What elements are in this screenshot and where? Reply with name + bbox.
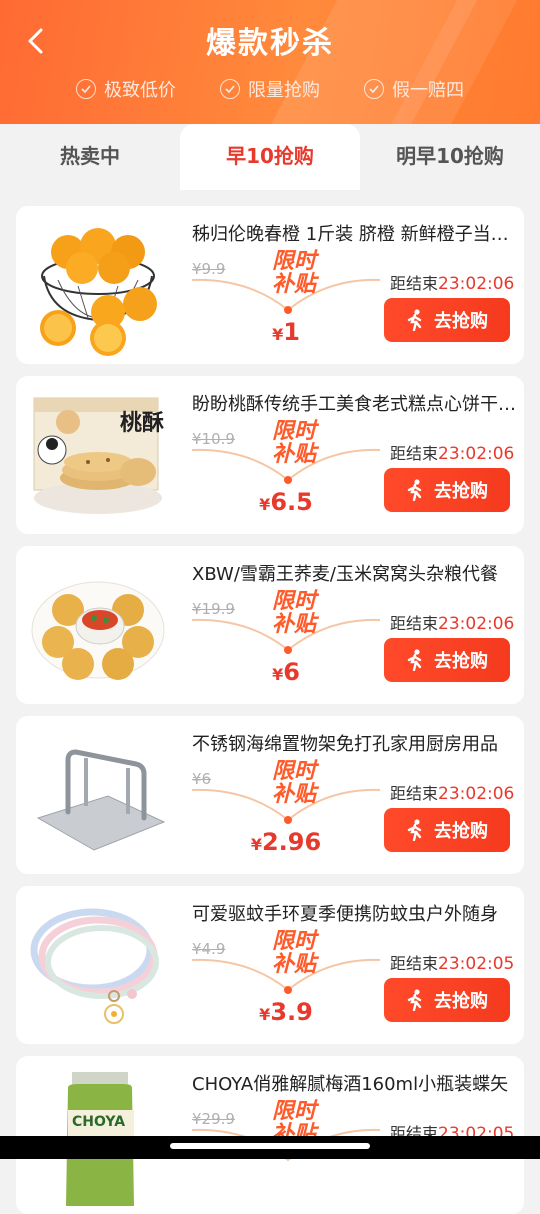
running-person-icon bbox=[407, 309, 422, 331]
sale-price: ¥2.96 bbox=[250, 828, 322, 856]
home-indicator[interactable] bbox=[170, 1143, 370, 1149]
page-header: 爆款秒杀 极致低价 限量抢购 假一赔四 bbox=[0, 0, 540, 124]
product-card[interactable]: 秭归伦晚春橙 1斤装 脐橙 新鲜橙子当季水果 ¥9.9 限时 补贴 ¥1 距结束2… bbox=[16, 206, 524, 364]
product-image-steamed-buns bbox=[28, 556, 168, 696]
product-name: XBW/雪霸王荞麦/玉米窝窝头杂粮代餐 bbox=[192, 564, 498, 585]
countdown-timer: 距结束23:02:05 bbox=[390, 954, 515, 974]
product-name: CHOYA俏雅解腻梅酒160ml小瓶装蝶矢 bbox=[192, 1074, 509, 1095]
feature-list: 极致低价 限量抢购 假一赔四 bbox=[0, 76, 540, 102]
product-card[interactable]: 可爱驱蚊手环夏季便携防蚊虫户外随身 ¥4.9 限时 补贴 ¥3.9 距结束23:0… bbox=[16, 886, 524, 1044]
buy-now-button[interactable]: 去抢购 bbox=[384, 638, 510, 682]
feature-label: 假一赔四 bbox=[392, 80, 464, 101]
limited-subsidy-badge: 限时 补贴 bbox=[271, 929, 316, 977]
sale-price: ¥1 bbox=[272, 318, 300, 346]
product-name: 不锈钢海绵置物架免打孔家用厨房用品 bbox=[192, 734, 498, 755]
buy-now-button[interactable]: 去抢购 bbox=[384, 808, 510, 852]
product-name: 盼盼桃酥传统手工美食老式糕点心饼干零食 bbox=[192, 394, 516, 415]
product-card[interactable]: XBW/雪霸王荞麦/玉米窝窝头杂粮代餐 ¥19.9 限时 补贴 ¥6 距结束23:… bbox=[16, 546, 524, 704]
running-person-icon bbox=[407, 649, 422, 671]
product-name: 秭归伦晚春橙 1斤装 脐橙 新鲜橙子当季水果 bbox=[192, 224, 516, 245]
running-person-icon bbox=[407, 479, 422, 501]
product-card[interactable]: 桃酥 盼盼桃酥传统手工美食老式糕点心饼干零食 ¥10.9 限时补贴 ¥6.5 bbox=[16, 376, 524, 534]
product-card[interactable]: 不锈钢海绵置物架免打孔家用厨房用品 ¥6 限时 补贴 ¥2.96 距结束23:02… bbox=[16, 716, 524, 874]
countdown-timer: 距结束23:02:06 bbox=[390, 784, 515, 804]
countdown-timer: 距结束23:02:06 bbox=[390, 274, 515, 294]
tab-tomorrow-10[interactable]: 明早10抢购 bbox=[360, 124, 540, 190]
product-card[interactable]: CHOYA CHOYA俏雅解腻梅酒160ml小瓶装蝶矢 ¥29.9 限时 补贴 距… bbox=[16, 1056, 524, 1214]
home-indicator-bar bbox=[0, 1136, 540, 1159]
check-circle-icon bbox=[220, 79, 240, 99]
limited-subsidy-badge: 限时 补贴 bbox=[271, 589, 316, 637]
buy-now-button[interactable]: 去抢购 bbox=[384, 468, 510, 512]
sale-price: ¥3.9 bbox=[259, 998, 313, 1026]
svg-text:CHOYA: CHOYA bbox=[72, 1114, 125, 1130]
buy-now-button[interactable]: 去抢购 bbox=[384, 978, 510, 1022]
limited-subsidy-badge: 限时 补贴 bbox=[271, 759, 316, 807]
tab-bar: 热卖中 早10抢购 明早10抢购 bbox=[0, 124, 540, 190]
check-circle-icon bbox=[364, 79, 384, 99]
countdown-timer: 距结束23:02:06 bbox=[390, 444, 515, 464]
product-image-oranges bbox=[28, 216, 168, 356]
feature-item: 假一赔四 bbox=[364, 76, 464, 102]
tab-hot-selling[interactable]: 热卖中 bbox=[0, 124, 180, 190]
buy-now-button[interactable]: 去抢购 bbox=[384, 298, 510, 342]
limited-subsidy-badge: 限时 补贴 bbox=[271, 419, 316, 467]
product-image-walnut-cookies: 桃酥 bbox=[28, 386, 168, 526]
check-circle-icon bbox=[76, 79, 96, 99]
svg-text:桃酥: 桃酥 bbox=[120, 410, 164, 436]
product-image-bracelet bbox=[28, 896, 168, 1036]
feature-label: 限量抢购 bbox=[248, 80, 320, 101]
page-title: 爆款秒杀 bbox=[206, 26, 334, 61]
feature-label: 极致低价 bbox=[104, 80, 176, 101]
tab-morning-10[interactable]: 早10抢购 bbox=[180, 124, 360, 190]
product-image-sponge-rack bbox=[28, 726, 168, 866]
sale-price: ¥6 bbox=[272, 658, 300, 686]
feature-item: 限量抢购 bbox=[220, 76, 320, 102]
running-person-icon bbox=[407, 819, 422, 841]
feature-item: 极致低价 bbox=[76, 76, 176, 102]
running-person-icon bbox=[407, 989, 422, 1011]
countdown-timer: 距结束23:02:06 bbox=[390, 614, 515, 634]
product-name: 可爱驱蚊手环夏季便携防蚊虫户外随身 bbox=[192, 904, 498, 925]
sale-price: ¥6.5 bbox=[259, 488, 313, 516]
limited-subsidy-badge: 限时 补贴 bbox=[271, 249, 316, 297]
